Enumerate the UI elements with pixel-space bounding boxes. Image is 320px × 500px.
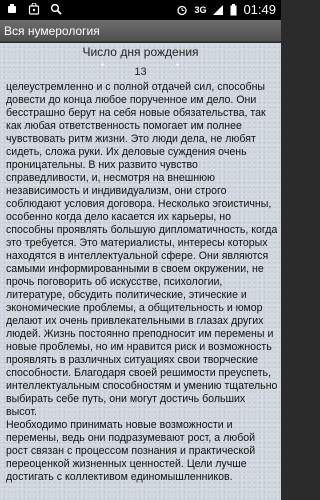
app-title: Вся нумерология [4, 24, 100, 38]
search-icon [50, 3, 62, 15]
alarm-icon [176, 4, 188, 16]
birthday-number: 13 [134, 66, 147, 78]
article-text: целеустремленно и с полной отдачей сил, … [6, 81, 278, 484]
status-left-icons [6, 2, 62, 15]
app-title-bar: Вся нумерология [0, 20, 281, 42]
paragraph-2: Необходимо принимать новые возможности и… [6, 419, 256, 483]
page-heading: Число дня рождения [82, 45, 199, 59]
status-bar: 3G 01:49 [0, 0, 281, 20]
store-icon [28, 2, 40, 15]
reading-pane[interactable]: Число дня рождения ✦ ✦ 13 целеустремленн… [0, 43, 281, 500]
network-type-label: 3G [194, 4, 207, 15]
android-debug-icon [6, 3, 18, 15]
clock: 01:49 [243, 2, 276, 17]
status-right-icons: 3G 01:49 [176, 2, 276, 17]
signal-icon [212, 4, 224, 16]
paragraph-1: целеустремленно и с полной отдачей сил, … [6, 81, 278, 418]
battery-icon [230, 3, 237, 16]
